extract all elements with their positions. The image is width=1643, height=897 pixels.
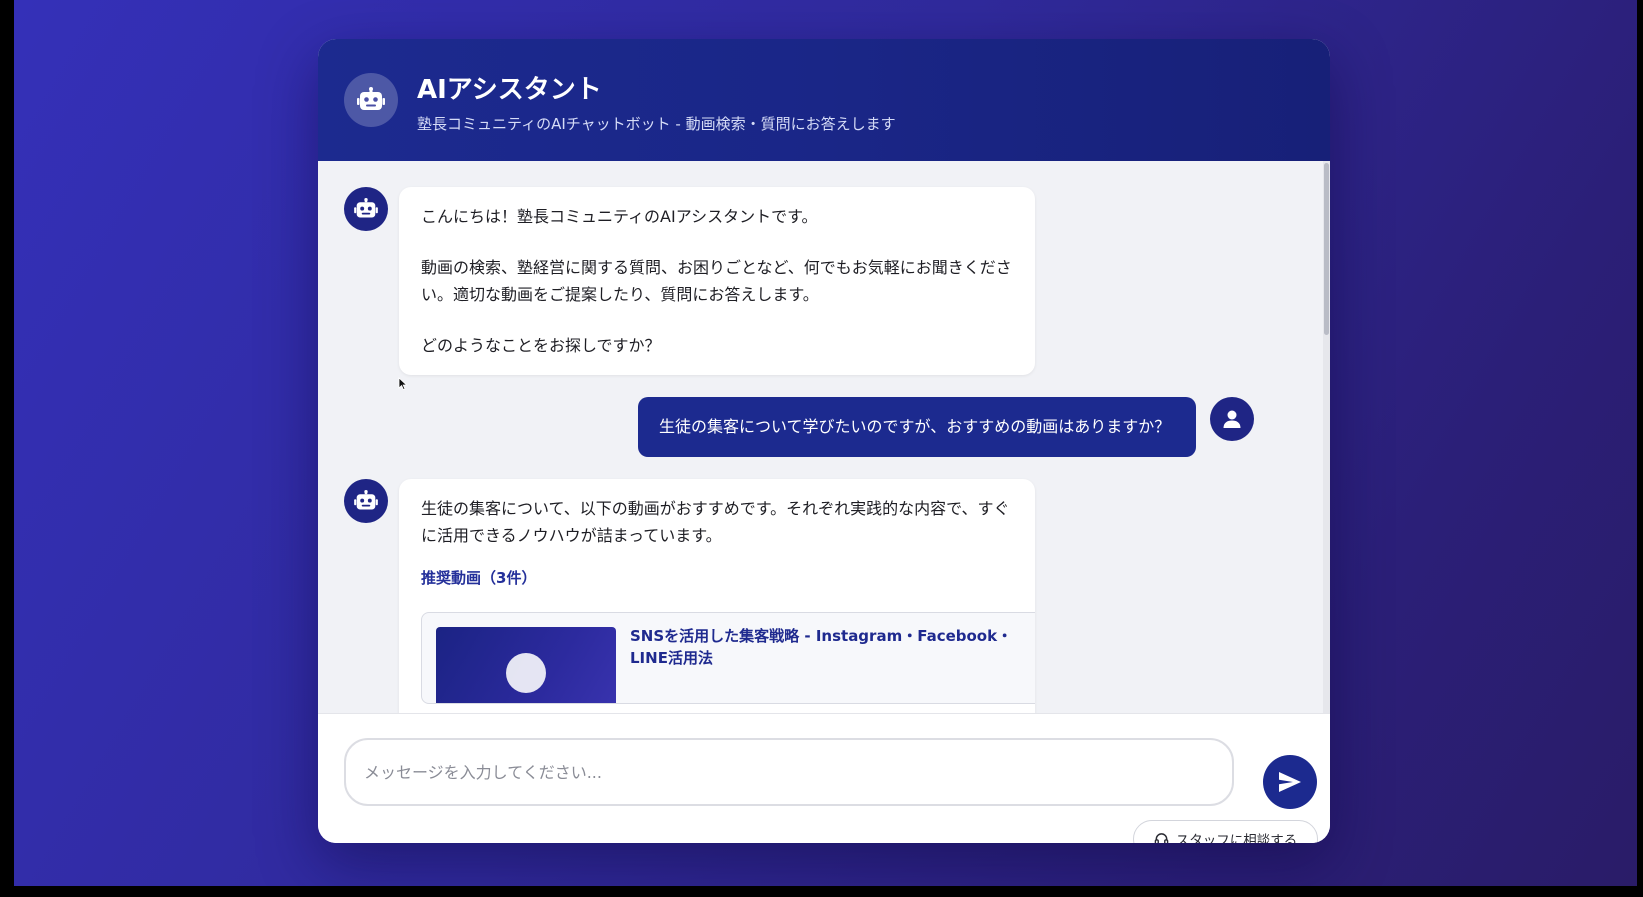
send-button[interactable] bbox=[1263, 755, 1317, 809]
chat-window: AIアシスタント 塾長コミュニティのAIチャットボット - 動画検索・質問にお答… bbox=[318, 39, 1330, 843]
message-list[interactable]: こんにちは！塾長コミュニティのAIアシスタントです。 動画の検索、塾経営に関する… bbox=[318, 161, 1330, 713]
message-input[interactable] bbox=[344, 738, 1234, 806]
bot-message: 生徒の集客について、以下の動画がおすすめです。それぞれ実践的な内容で、すぐに活用… bbox=[399, 479, 1035, 713]
user-avatar bbox=[1210, 397, 1254, 441]
headset-icon bbox=[1154, 832, 1169, 843]
robot-icon bbox=[357, 87, 385, 110]
message-text: 動画の検索、塾経営に関する質問、お困りごとなど、何でもお気軽にお聞きください。適… bbox=[421, 258, 1012, 304]
consult-staff-label: スタッフに相談する bbox=[1175, 833, 1298, 843]
scrollbar[interactable] bbox=[1323, 161, 1330, 713]
chat-subtitle: 塾長コミュニティのAIチャットボット - 動画検索・質問にお答えします bbox=[417, 115, 896, 133]
bot-message: こんにちは！塾長コミュニティのAIアシスタントです。 動画の検索、塾経営に関する… bbox=[399, 187, 1035, 375]
play-icon bbox=[506, 653, 546, 693]
video-card[interactable]: SNSを活用した集客戦略 - Instagram・Facebook・LINE活用… bbox=[421, 612, 1035, 704]
video-thumbnail[interactable] bbox=[436, 627, 616, 703]
header-avatar bbox=[344, 73, 398, 127]
consult-staff-button[interactable]: スタッフに相談する bbox=[1133, 820, 1318, 843]
robot-icon bbox=[354, 198, 378, 218]
input-area: スタッフに相談する bbox=[318, 713, 1330, 843]
recommended-videos-label: 推奨動画（3件） bbox=[421, 569, 537, 587]
user-message: 生徒の集客について学びたいのですが、おすすめの動画はありますか？ bbox=[638, 397, 1196, 457]
robot-icon bbox=[354, 490, 378, 510]
video-title[interactable]: SNSを活用した集客戦略 - Instagram・Facebook・LINE活用… bbox=[630, 625, 1025, 669]
message-text: 生徒の集客について、以下の動画がおすすめです。それぞれ実践的な内容で、すぐに活用… bbox=[421, 499, 1010, 545]
user-icon bbox=[1223, 410, 1241, 428]
send-icon bbox=[1279, 772, 1301, 792]
message-text: どのようなことをお探しですか？ bbox=[421, 336, 661, 355]
bot-avatar bbox=[344, 187, 388, 231]
chat-title: AIアシスタント bbox=[417, 75, 602, 105]
message-text: こんにちは！塾長コミュニティのAIアシスタントです。 bbox=[421, 207, 818, 226]
chat-header: AIアシスタント 塾長コミュニティのAIチャットボット - 動画検索・質問にお答… bbox=[318, 39, 1330, 161]
mouse-cursor-icon bbox=[398, 377, 408, 391]
bot-avatar bbox=[344, 479, 388, 523]
app-background: AIアシスタント 塾長コミュニティのAIチャットボット - 動画検索・質問にお答… bbox=[14, 0, 1637, 886]
scrollbar-thumb[interactable] bbox=[1324, 163, 1329, 335]
message-text: 生徒の集客について学びたいのですが、おすすめの動画はありますか？ bbox=[659, 417, 1171, 436]
